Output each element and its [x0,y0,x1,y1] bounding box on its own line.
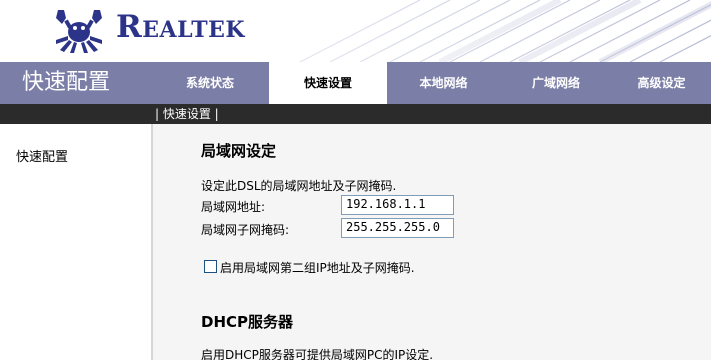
tab-local-network[interactable]: 本地网络 [387,62,500,104]
header: Realtek [0,0,711,62]
realtek-crab-logo-icon [56,10,102,53]
lan-ip-input[interactable]: 192.168.1.1 [341,195,454,215]
sidebar-item-quick-config[interactable]: 快速配置 [16,146,68,165]
subnav-item-quick-setup[interactable]: | 快速设置 | [155,104,219,124]
lan-ip-label: 局域网地址: [201,200,266,214]
brand-name: Realtek [116,9,246,45]
lan-mask-input[interactable]: 255.255.255.0 [341,218,454,238]
header-stripes-decoration [0,0,711,62]
dhcp-server-title: DHCP服务器 [201,313,294,331]
top-navigation: 快速配置 系统状态 快速设置 本地网络 广域网络 高级设定 [0,62,711,104]
dhcp-description: 启用DHCP服务器可提供局域网PC的IP设定. [201,348,434,360]
secondary-ip-checkbox[interactable] [204,260,217,273]
tab-quick-setup[interactable]: 快速设置 [269,62,387,104]
lan-description: 设定此DSL的局域网地址及子网掩码. [201,179,397,193]
tab-advanced[interactable]: 高级设定 [612,62,711,104]
tab-system-status[interactable]: 系统状态 [151,62,269,104]
tab-wan[interactable]: 广域网络 [500,62,612,104]
main-content: 局域网设定 设定此DSL的局域网地址及子网掩码. 局域网地址: 192.168.… [153,124,711,360]
sidebar: 快速配置 [0,124,151,360]
lan-settings-title: 局域网设定 [201,142,277,160]
sub-navigation: | 快速设置 | [0,104,711,124]
secondary-ip-label: 启用局域网第二组IP地址及子网掩码. [220,261,415,275]
nav-section-title: 快速配置 [22,70,111,95]
lan-mask-label: 局域网子网掩码: [201,223,290,237]
